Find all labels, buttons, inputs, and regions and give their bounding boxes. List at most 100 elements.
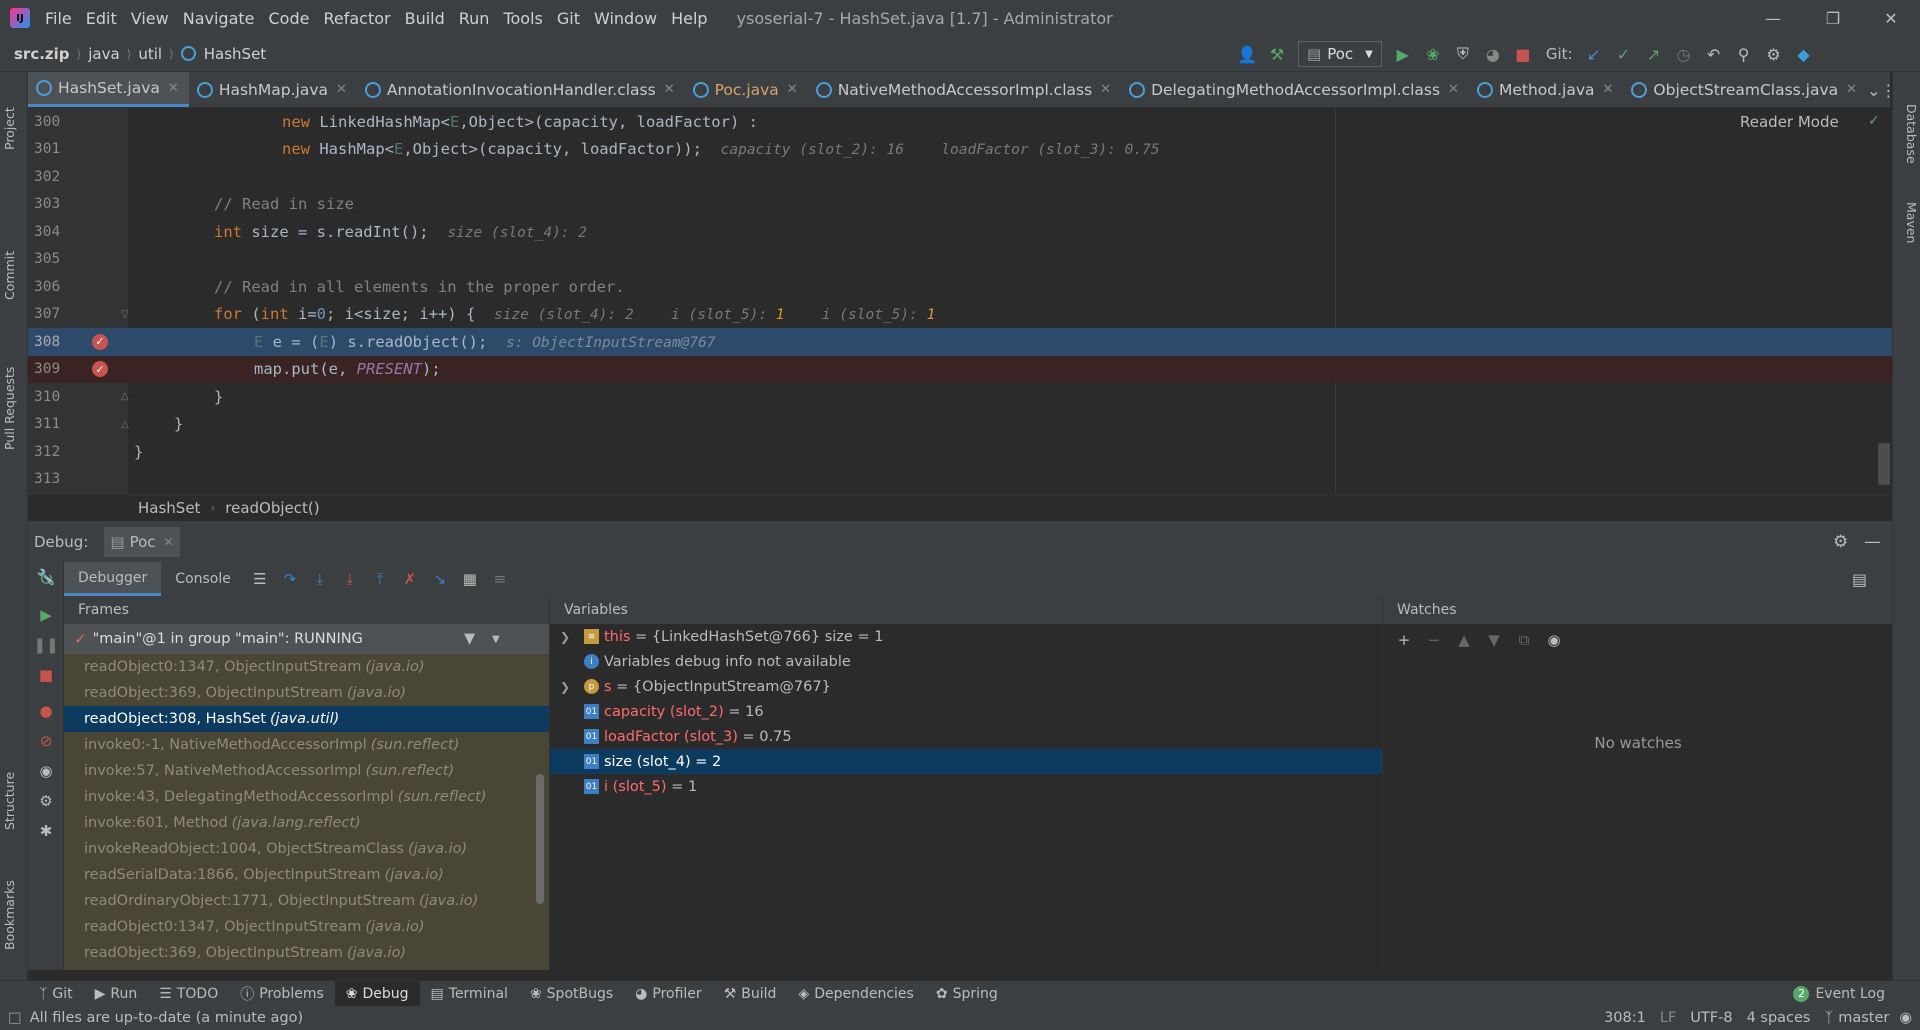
evaluate-expression-icon[interactable]: ▦ — [455, 564, 485, 594]
stack-frame[interactable]: readSerialData:1866, ObjectInputStream (j… — [64, 862, 549, 888]
breadcrumb-hashset[interactable]: HashSet — [200, 45, 270, 63]
stack-frame[interactable]: readObject0:1347, ObjectInputStream (java… — [64, 914, 549, 940]
close-tab-icon[interactable]: ✕ — [336, 82, 347, 97]
breadcrumb-java[interactable]: java — [84, 45, 123, 63]
tab-console[interactable]: Console — [161, 562, 245, 596]
stack-frame[interactable]: invoke:601, Method (java.lang.reflect) — [64, 810, 549, 836]
tool-database[interactable]: Database — [1904, 104, 1919, 164]
status-toggle-icon[interactable]: □ — [8, 1010, 22, 1026]
pause-icon[interactable]: ❚❚ — [28, 630, 64, 660]
indent-setting[interactable]: 4 spaces — [1747, 1010, 1811, 1026]
close-session-icon[interactable]: ✕ — [164, 535, 174, 549]
menu-help[interactable]: Help — [664, 9, 714, 28]
stack-frame[interactable]: invoke:57, NativeMethodAccessorImpl (sun.… — [64, 758, 549, 784]
frames-list[interactable]: readObject0:1347, ObjectInputStream (java… — [64, 654, 549, 970]
tool-build[interactable]: ⚒ Build — [713, 981, 788, 1007]
stop-icon[interactable]: ■ — [28, 660, 64, 690]
fold-marker-icon[interactable]: △ — [121, 419, 129, 430]
tool-debug[interactable]: ❀ Debug — [334, 980, 420, 1007]
settings-gear-icon[interactable]: ⚙ — [28, 786, 64, 816]
run-to-cursor-icon[interactable]: ↘ — [425, 564, 455, 594]
variable-row[interactable]: 01 loadFactor (slot_3) = 0.75 — [550, 724, 1382, 749]
eye-icon[interactable]: ◉ — [1539, 625, 1569, 655]
stack-frame[interactable]: readObject0:1347, ObjectInputStream (java… — [64, 654, 549, 680]
stop-icon[interactable]: ■ — [1508, 39, 1538, 69]
remove-watch-icon[interactable]: − — [1419, 625, 1449, 655]
tool-spotbugs[interactable]: ❀ SpotBugs — [519, 981, 624, 1007]
tool-maven[interactable]: Maven — [1904, 202, 1919, 243]
close-window-icon[interactable]: ✕ — [1862, 0, 1920, 36]
settings-gear-icon[interactable]: ⚙ — [1759, 39, 1789, 69]
duplicate-icon[interactable]: ⧉ — [1509, 625, 1539, 655]
step-over-icon[interactable]: ↷ — [275, 564, 305, 594]
breakpoint-icon[interactable]: ✓ — [92, 361, 108, 378]
close-tab-icon[interactable]: ✕ — [1603, 82, 1614, 97]
chevron-down-icon[interactable]: ▼ — [492, 634, 500, 645]
move-down-icon[interactable]: ▼ — [1479, 625, 1509, 655]
tool-event-log[interactable]: 2 Event Log — [1782, 981, 1896, 1007]
modify-run-config-icon[interactable]: 🔧 — [28, 562, 64, 592]
status-message[interactable]: All files are up-to-date (a minute ago) — [30, 1010, 303, 1026]
build-hammer-icon[interactable]: ⚒ — [1262, 39, 1292, 69]
code-editor[interactable]: Reader Mode ✓ 300 new LinkedHashMap<E,Ob… — [28, 108, 1892, 494]
breadcrumb-util[interactable]: util — [134, 45, 166, 63]
tool-run[interactable]: ▶ Run — [84, 981, 149, 1007]
file-encoding[interactable]: UTF-8 — [1690, 1010, 1732, 1026]
menu-edit[interactable]: Edit — [79, 9, 124, 28]
more-vertical-icon[interactable]: ⋮ — [1880, 72, 1896, 108]
stack-frame[interactable]: readObject:369, ObjectInputStream (java.i… — [64, 940, 549, 966]
expand-chevron-icon[interactable]: ❯ — [560, 680, 570, 694]
mute-breakpoints-icon[interactable]: ⊘ — [28, 726, 64, 756]
camera-icon[interactable]: ◉ — [28, 756, 64, 786]
debug-bug-icon[interactable]: ❀ — [1418, 39, 1448, 69]
close-tab-icon[interactable]: ✕ — [664, 82, 675, 97]
run-config-select[interactable]: ▤ Poc ▼ — [1298, 41, 1382, 67]
pin-icon[interactable]: ✱ — [28, 816, 64, 846]
debug-session-tab[interactable]: ▤ Poc ✕ — [104, 526, 180, 557]
tool-bookmarks[interactable]: Bookmarks — [2, 880, 17, 950]
fold-marker-icon[interactable]: △ — [121, 391, 129, 402]
minimize-icon[interactable]: — — [1744, 0, 1802, 36]
move-up-icon[interactable]: ▲ — [1449, 625, 1479, 655]
drop-frame-icon[interactable]: ✗ — [395, 564, 425, 594]
close-tab-icon[interactable]: ✕ — [1100, 82, 1111, 97]
git-commit-icon[interactable]: ✓ — [1609, 39, 1639, 69]
tab-objectstreamclass-java[interactable]: ObjectStreamClass.java ✕ — [1623, 72, 1867, 107]
variable-row[interactable]: ❯ p s = {ObjectInputStream@767} — [550, 674, 1382, 699]
line-separator[interactable]: LF — [1660, 1010, 1676, 1026]
stack-frame[interactable]: invoke:43, DelegatingMethodAccessorImpl(… — [64, 784, 549, 810]
run-icon[interactable]: ▶ — [1388, 39, 1418, 69]
tabs-overflow-chevron-icon[interactable]: ⌄ — [1867, 72, 1880, 108]
tool-project[interactable]: Project — [2, 107, 17, 150]
thread-selector[interactable]: ✓ "main"@1 in group "main": RUNNING ▼ ▼ — [64, 624, 549, 654]
notifications-icon[interactable]: ◉ — [1899, 1010, 1912, 1026]
tool-git[interactable]: ᛉ Git — [28, 981, 84, 1007]
tool-spring[interactable]: ✿ Spring — [925, 981, 1009, 1007]
expand-chevron-icon[interactable]: ❯ — [560, 630, 570, 644]
stack-frame[interactable]: readOrdinaryObject:1771, ObjectInputStre… — [64, 888, 549, 914]
menu-view[interactable]: View — [124, 9, 176, 28]
tab-debugger[interactable]: Debugger — [64, 562, 162, 596]
search-icon[interactable]: ⚲ — [1729, 39, 1759, 69]
git-push-icon[interactable]: ↗ — [1639, 39, 1669, 69]
git-history-icon[interactable]: ◷ — [1669, 39, 1699, 69]
breadcrumb-method[interactable]: readObject() — [225, 499, 319, 517]
editor-scrollbar-thumb[interactable] — [1878, 443, 1890, 485]
variable-row[interactable]: 01 i (slot_5) = 1 — [550, 774, 1382, 799]
tab-poc-java[interactable]: Poc.java ✕ — [685, 72, 808, 107]
step-into-icon[interactable]: ⤓ — [305, 564, 335, 594]
tool-structure[interactable]: Structure — [2, 772, 17, 830]
close-tab-icon[interactable]: ✕ — [1448, 82, 1459, 97]
menu-code[interactable]: Code — [262, 9, 317, 28]
tab-hashset-java[interactable]: HashSet.java ✕ — [28, 72, 189, 107]
resume-icon[interactable]: ▶ — [28, 600, 64, 630]
fold-marker-icon[interactable]: ▽ — [121, 309, 129, 320]
variables-tree[interactable]: ❯ ≡ this = {LinkedHashSet@766} size = 1 i Va… — [550, 624, 1382, 799]
breadcrumb-src-zip[interactable]: src.zip — [10, 45, 74, 63]
variable-row[interactable]: 01 capacity (slot_2) = 16 — [550, 699, 1382, 724]
tool-profiler[interactable]: ◕ Profiler — [624, 981, 713, 1007]
add-watch-icon[interactable]: + — [1389, 625, 1419, 655]
menu-refactor[interactable]: Refactor — [316, 9, 397, 28]
tool-dependencies[interactable]: ◈ Dependencies — [787, 981, 924, 1007]
tool-commit[interactable]: Commit — [2, 251, 17, 300]
